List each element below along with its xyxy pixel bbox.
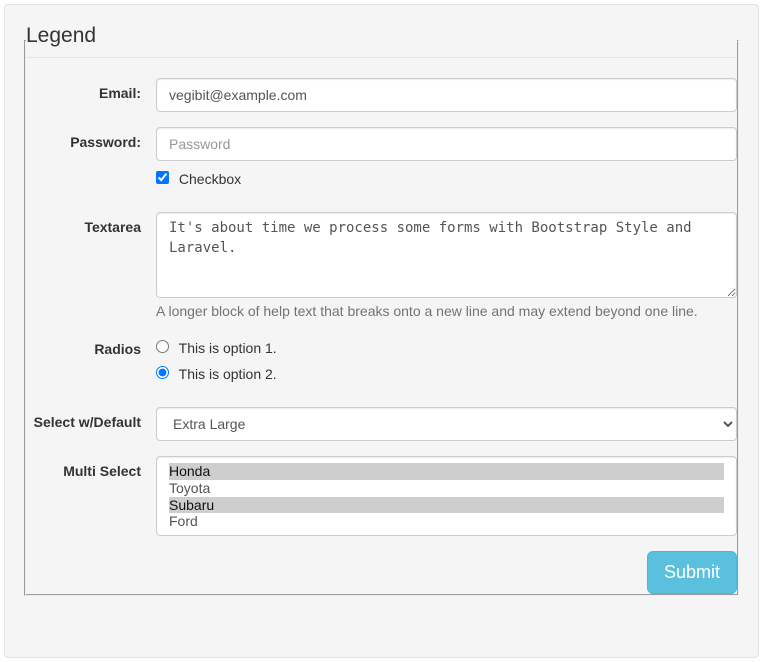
email-label: Email: [26,78,156,101]
multiselect-option[interactable]: Honda [169,463,724,480]
submit-button[interactable]: Submit [647,551,737,594]
select-label: Select w/Default [26,407,156,430]
radio-text-0: This is option 1. [179,340,277,356]
multiselect-label: Multi Select [26,456,156,479]
checkbox-label: Checkbox [179,171,241,187]
form-fieldset: Legend Email: Password: Checkbox [24,24,739,596]
multiselect-input[interactable]: Honda Toyota Subaru Ford [156,456,737,536]
horizontal-form: Legend Email: Password: Checkbox [24,24,739,596]
radio-label-wrap-1[interactable]: This is option 2. [156,366,277,382]
form-actions: Submit [26,551,737,594]
form-legend: Legend [26,24,737,58]
textarea-help: A longer block of help text that breaks … [156,303,737,319]
multiselect-option[interactable]: Subaru [169,497,724,514]
radio-input-0[interactable] [156,340,169,353]
radios-group: Radios This is option 1. This is option … [26,334,737,392]
multiselect-option[interactable]: Ford [169,513,724,530]
radio-input-1[interactable] [156,366,169,379]
password-label: Password: [26,127,156,150]
radios-label: Radios [26,334,156,357]
password-group: Password: Checkbox [26,127,737,197]
select-group: Select w/Default Extra Large [26,407,737,441]
password-input[interactable] [156,127,737,161]
checkbox-wrap: Checkbox [156,171,737,187]
radio-text-1: This is option 2. [179,366,277,382]
checkbox-input[interactable] [156,171,169,184]
select-input[interactable]: Extra Large [156,407,737,441]
checkbox-label-wrap[interactable]: Checkbox [156,171,241,187]
radio-option: This is option 1. [156,340,737,356]
form-well: Legend Email: Password: Checkbox [4,4,759,658]
email-group: Email: [26,78,737,112]
multiselect-group: Multi Select Honda Toyota Subaru Ford [26,456,737,536]
radio-label-wrap-0[interactable]: This is option 1. [156,340,277,356]
multiselect-option[interactable]: Toyota [169,480,724,497]
textarea-group: Textarea It's about time we process some… [26,212,737,319]
textarea-input[interactable]: It's about time we process some forms wi… [156,212,737,298]
textarea-label: Textarea [26,212,156,235]
radio-option: This is option 2. [156,366,737,382]
email-input[interactable] [156,78,737,112]
